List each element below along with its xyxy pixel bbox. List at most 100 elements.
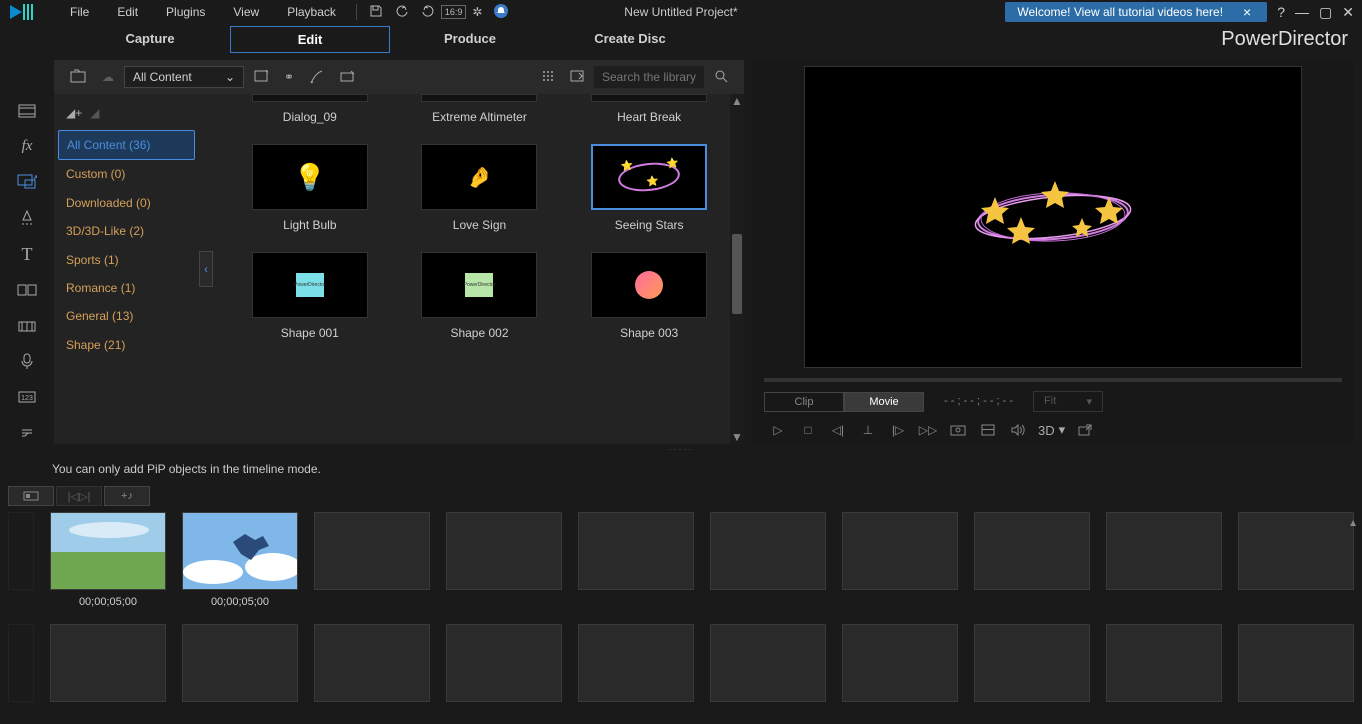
menu-edit[interactable]: Edit <box>103 1 152 23</box>
category-item[interactable]: Romance (1) <box>58 274 195 302</box>
category-item[interactable]: Downloaded (0) <box>58 189 195 217</box>
volume-icon[interactable] <box>1008 422 1028 438</box>
empty-slot[interactable] <box>446 624 562 702</box>
step-back-icon[interactable]: ⊥ <box>858 422 878 438</box>
empty-slot[interactable] <box>182 624 298 702</box>
quality-icon[interactable] <box>978 422 998 438</box>
empty-slot[interactable] <box>446 512 562 590</box>
mode-create-disc[interactable]: Create Disc <box>550 26 710 53</box>
title-room-icon[interactable]: T <box>15 243 39 265</box>
collapse-categories-button[interactable]: ‹ <box>199 251 213 287</box>
storyboard-scroll-up-icon[interactable]: ▲ <box>1348 518 1358 529</box>
notification-close-icon[interactable]: × <box>1239 4 1255 20</box>
paint-designer-icon[interactable] <box>304 65 330 90</box>
empty-slot[interactable] <box>974 512 1090 590</box>
add-music-icon[interactable]: +♪ <box>104 486 150 506</box>
preview-scrubber[interactable] <box>764 378 1342 382</box>
menu-plugins[interactable]: Plugins <box>152 1 219 23</box>
timeline-markers-icon[interactable]: |◁▷| <box>56 486 102 506</box>
settings-gear-icon[interactable]: ✲ <box>466 3 488 21</box>
save-icon[interactable] <box>363 2 389 23</box>
stop-icon[interactable]: □ <box>798 422 818 438</box>
close-window-icon[interactable]: ✕ <box>1342 4 1354 21</box>
empty-slot[interactable] <box>578 624 694 702</box>
snapshot-icon[interactable] <box>948 422 968 438</box>
upload-pip-icon[interactable] <box>334 66 360 89</box>
empty-slot[interactable] <box>314 624 430 702</box>
import-media-icon[interactable] <box>64 65 92 90</box>
search-icon[interactable] <box>708 65 734 90</box>
create-pip-icon[interactable] <box>248 66 274 89</box>
next-frame-icon[interactable]: |▷ <box>888 422 908 438</box>
scroll-down-icon[interactable]: ▼ <box>730 430 744 444</box>
preview-display[interactable] <box>804 66 1302 368</box>
remove-tag-icon[interactable]: ◢ <box>90 106 99 120</box>
library-item[interactable]: PowerDirectorShape 002 <box>405 252 555 340</box>
library-item[interactable]: Heart Break <box>574 94 724 124</box>
fast-forward-icon[interactable]: ▷▷ <box>918 422 938 438</box>
library-item[interactable]: 💡Light Bulb <box>235 144 385 232</box>
pip-room-icon[interactable] <box>15 172 39 194</box>
menu-file[interactable]: File <box>56 1 103 23</box>
empty-slot[interactable] <box>842 624 958 702</box>
storyboard-clip[interactable]: 00;00;05;00 <box>182 512 298 608</box>
empty-slot[interactable] <box>1238 624 1354 702</box>
empty-slot[interactable] <box>710 512 826 590</box>
preview-fit-dropdown[interactable]: Fit▾ <box>1033 391 1103 412</box>
particle-room-icon[interactable] <box>15 207 39 229</box>
library-item[interactable]: ⭐⭐⭐Seeing Stars <box>574 144 724 232</box>
scroll-up-icon[interactable]: ▲ <box>730 94 744 108</box>
category-item[interactable]: Shape (21) <box>58 331 195 359</box>
notification-bell-icon[interactable] <box>488 2 514 23</box>
category-item[interactable]: General (13) <box>58 302 195 330</box>
library-scrollbar[interactable]: ▲ ▼ <box>730 94 744 444</box>
chapter-room-icon[interactable]: 123 <box>15 386 39 408</box>
preview-movie-button[interactable]: Movie <box>844 392 924 412</box>
splitter-handle[interactable]: ····· <box>0 444 1362 454</box>
library-item[interactable]: 🤌Love Sign <box>405 144 555 232</box>
category-item[interactable]: All Content (36) <box>58 130 195 160</box>
menu-playback[interactable]: Playback <box>273 1 350 23</box>
undo-icon[interactable] <box>389 2 415 23</box>
empty-slot[interactable] <box>1106 512 1222 590</box>
mode-edit[interactable]: Edit <box>230 26 390 53</box>
library-search-input[interactable] <box>594 66 704 88</box>
empty-slot[interactable] <box>974 624 1090 702</box>
minimize-icon[interactable]: ― <box>1295 4 1309 20</box>
library-item[interactable]: Dialog_09 <box>235 94 385 124</box>
category-item[interactable]: 3D/3D-Like (2) <box>58 217 195 245</box>
empty-slot[interactable] <box>710 624 826 702</box>
empty-slot[interactable] <box>50 624 166 702</box>
empty-slot[interactable] <box>578 512 694 590</box>
aspect-ratio-toggle[interactable]: 16:9 <box>441 5 467 19</box>
library-item[interactable]: Extreme Altimeter <box>405 94 555 124</box>
3d-toggle[interactable]: 3D ▾ <box>1038 422 1065 438</box>
menu-view[interactable]: View <box>219 1 273 23</box>
voiceover-room-icon[interactable] <box>15 351 39 373</box>
mode-produce[interactable]: Produce <box>390 26 550 53</box>
empty-slot[interactable] <box>314 512 430 590</box>
play-icon[interactable]: ▷ <box>768 422 788 438</box>
add-tag-icon[interactable]: ◢+ <box>66 106 82 120</box>
modify-pip-icon[interactable]: ⚭ <box>278 66 300 88</box>
audio-mixing-icon[interactable] <box>15 315 39 337</box>
scroll-thumb[interactable] <box>732 234 742 314</box>
library-view-icon[interactable] <box>536 66 560 89</box>
mode-capture[interactable]: Capture <box>70 26 230 53</box>
library-item[interactable]: PowerDirectorShape 001 <box>235 252 385 340</box>
content-filter-dropdown[interactable]: All Content ⌄ <box>124 66 244 88</box>
media-room-icon[interactable] <box>15 100 39 122</box>
storyboard-clip[interactable]: 00;00;05;00 <box>50 512 166 608</box>
library-expand-icon[interactable] <box>564 66 590 89</box>
category-item[interactable]: Custom (0) <box>58 160 195 188</box>
transition-room-icon[interactable] <box>15 279 39 301</box>
redo-icon[interactable] <box>415 2 441 23</box>
empty-slot[interactable] <box>842 512 958 590</box>
empty-slot[interactable] <box>1238 512 1354 590</box>
preview-clip-button[interactable]: Clip <box>764 392 844 412</box>
notification-banner[interactable]: Welcome! View all tutorial videos here! … <box>1005 2 1267 22</box>
storyboard-view-icon[interactable] <box>8 486 54 506</box>
prev-frame-icon[interactable]: ◁| <box>828 422 848 438</box>
download-cloud-icon[interactable]: ☁ <box>96 66 120 88</box>
maximize-icon[interactable]: ▢ <box>1319 4 1332 21</box>
